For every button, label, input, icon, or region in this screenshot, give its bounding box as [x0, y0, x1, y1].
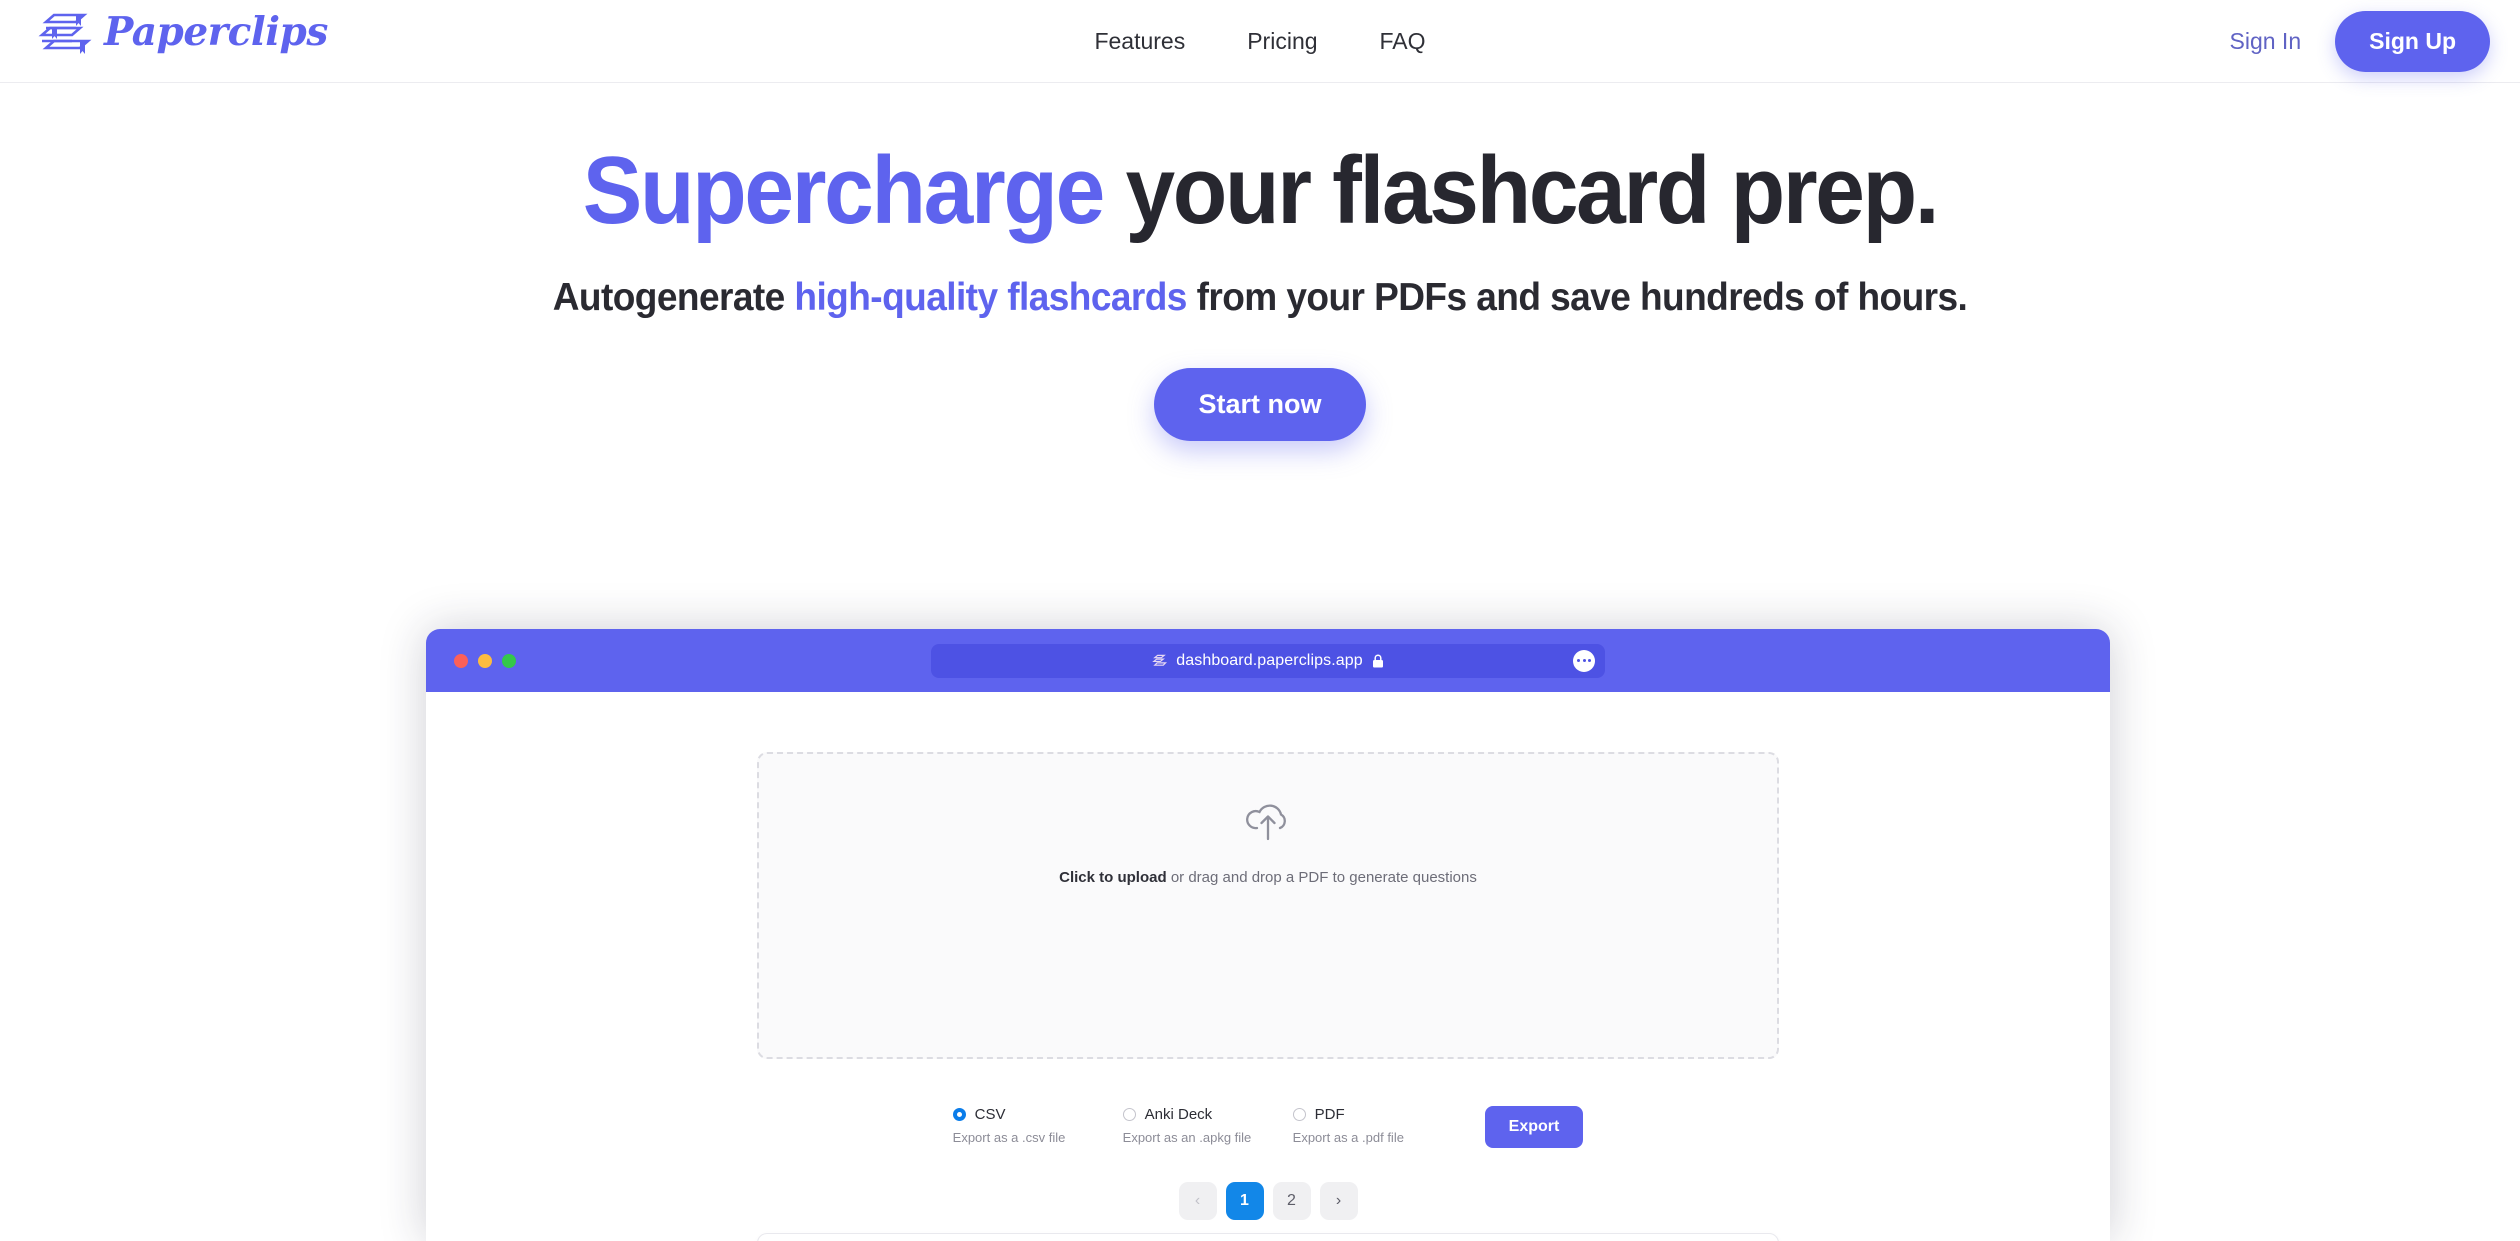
nav-actions: Sign In Sign Up [2220, 10, 2490, 72]
pagination-page-1[interactable]: 1 [1225, 1182, 1264, 1220]
brand-logo-link[interactable]: Paperclips [36, 8, 328, 60]
subhead-part2: from your PDFs and save hundreds of hour… [1186, 276, 1968, 319]
nav-item-faq[interactable]: FAQ [1380, 28, 1426, 55]
more-dot-2 [1582, 659, 1586, 662]
export-option-csv-label: CSV [974, 1106, 1006, 1123]
pagination-page-2[interactable]: 2 [1272, 1182, 1311, 1220]
nav-links: Features Pricing FAQ [1094, 28, 1425, 55]
export-option-csv-top: CSV [952, 1106, 1123, 1123]
top-navbar: Paperclips Features Pricing FAQ Sign In … [0, 0, 2520, 83]
export-option-anki-sub: Export as an .apkg file [1122, 1130, 1252, 1145]
question-card[interactable] [757, 1233, 1779, 1241]
export-option-pdf-sub: Export as a .pdf file [1292, 1130, 1404, 1145]
lock-icon [1372, 654, 1383, 667]
radio-csv[interactable] [952, 1108, 966, 1121]
subhead-part1: Autogenerate [552, 276, 795, 319]
export-option-pdf[interactable]: PDF Export as a .pdf file [1292, 1106, 1463, 1145]
sign-up-button[interactable]: Sign Up [2335, 10, 2490, 72]
maximize-window-dot[interactable] [502, 653, 516, 668]
pagination-next[interactable]: › [1319, 1182, 1358, 1220]
close-window-dot[interactable] [454, 653, 468, 668]
stacked-books-icon [38, 13, 92, 54]
export-option-anki-label: Anki Deck [1144, 1106, 1213, 1123]
browser-menu-button[interactable] [1573, 649, 1595, 672]
dropzone-caption: Click to upload or drag and drop a PDF t… [1059, 869, 1477, 886]
more-dot-3 [1587, 659, 1591, 662]
dropzone-hint-text: or drag and drop a PDF to generate quest… [1166, 869, 1477, 886]
headline-rest: your flashcard prep. [1102, 137, 1939, 244]
dashboard-viewport: Click to upload or drag and drop a PDF t… [426, 692, 2110, 1241]
start-now-button[interactable]: Start now [1154, 367, 1366, 441]
dropzone-cta-text: Click to upload [1059, 869, 1167, 886]
export-option-anki-top: Anki Deck [1122, 1106, 1293, 1123]
export-option-pdf-top: PDF [1292, 1106, 1463, 1123]
hero-section: Supercharge your flashcard prep. Autogen… [0, 83, 2520, 441]
page-title: Supercharge your flashcard prep. [88, 143, 2432, 239]
minimize-window-dot[interactable] [478, 653, 492, 668]
radio-anki[interactable] [1122, 1108, 1136, 1121]
hero-subtitle: Autogenerate high-quality flashcards fro… [63, 273, 2457, 324]
export-option-csv[interactable]: CSV Export as a .csv file [952, 1106, 1123, 1145]
browser-titlebar: dashboard.paperclips.app [426, 629, 2110, 692]
browser-mockup: dashboard.paperclips.app Click to upload… [426, 629, 2110, 1241]
radio-pdf[interactable] [1292, 1108, 1306, 1121]
address-bar[interactable]: dashboard.paperclips.app [931, 643, 1605, 678]
headline-accent: Supercharge [582, 137, 1106, 244]
sign-in-link[interactable]: Sign In [2220, 22, 2312, 61]
more-dot-1 [1577, 659, 1581, 662]
export-option-anki[interactable]: Anki Deck Export as an .apkg file [1122, 1106, 1293, 1145]
export-options-row: CSV Export as a .csv file Anki Deck Expo… [426, 1106, 2110, 1148]
pdf-upload-dropzone[interactable]: Click to upload or drag and drop a PDF t… [757, 752, 1779, 1059]
pagination: ‹ 1 2 › [426, 1182, 2110, 1220]
url-text: dashboard.paperclips.app [1176, 651, 1363, 669]
export-option-csv-sub: Export as a .csv file [952, 1130, 1066, 1145]
subhead-accent: high-quality flashcards [794, 276, 1187, 319]
export-button[interactable]: Export [1484, 1106, 1584, 1148]
cta-wrapper: Start now [0, 367, 2520, 441]
cloud-upload-icon [1246, 804, 1286, 841]
export-option-pdf-label: PDF [1314, 1106, 1345, 1123]
brand-name: Paperclips [104, 8, 328, 55]
nav-item-features[interactable]: Features [1094, 28, 1185, 55]
paperclips-favicon-icon [1152, 654, 1168, 666]
nav-item-pricing[interactable]: Pricing [1247, 28, 1317, 55]
window-controls [454, 653, 516, 668]
pagination-prev[interactable]: ‹ [1178, 1182, 1217, 1220]
